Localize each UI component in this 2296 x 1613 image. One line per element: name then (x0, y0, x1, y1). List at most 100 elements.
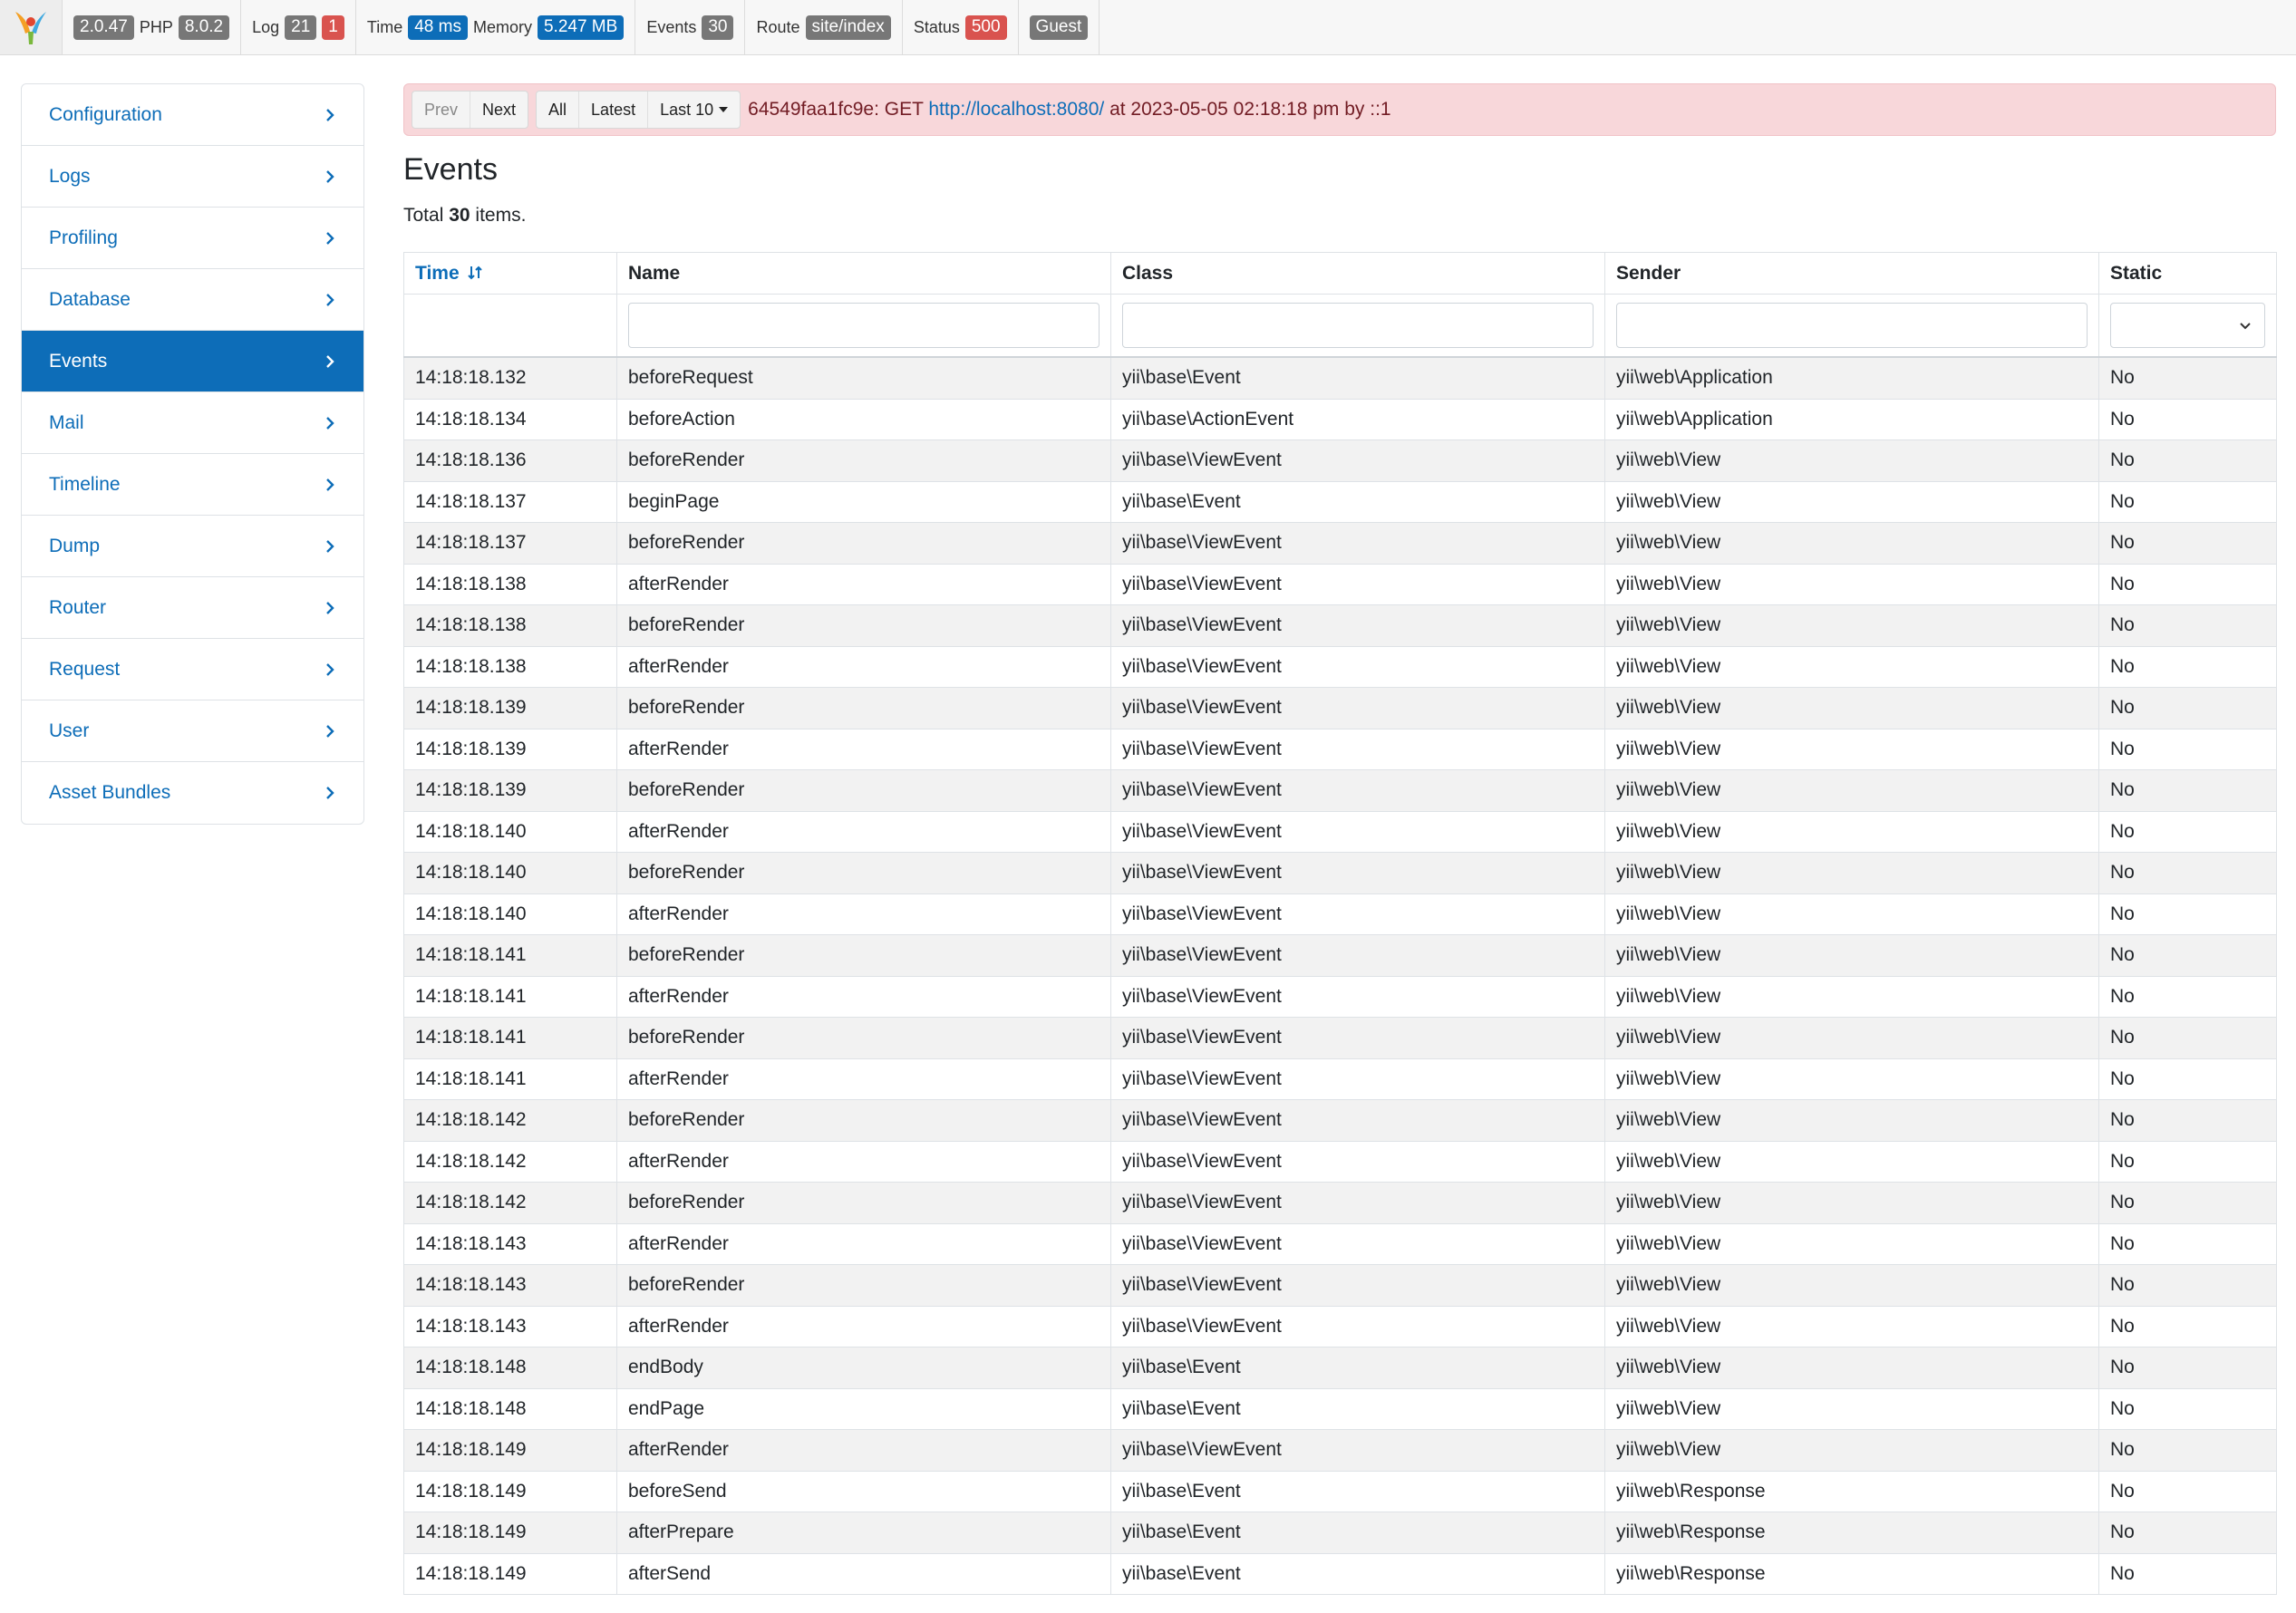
cell-name: afterRender (616, 810, 1111, 853)
cell-sender: yii\web\View (1604, 687, 2099, 729)
sender-filter-input[interactable] (1616, 303, 2088, 348)
cell-class: yii\base\Event (1110, 1552, 1605, 1595)
cell-time: 14:18:18.139 (403, 769, 617, 812)
cell-sender: yii\web\Application (1604, 356, 2099, 400)
table-body: 14:18:18.132 beforeRequest yii\base\Event y… (403, 356, 2277, 1595)
cell-sender: yii\web\View (1604, 975, 2099, 1018)
request-tag: 64549faa1fc9e: GET (748, 99, 924, 120)
sidebar-item-asset-bundles[interactable]: Asset Bundles (22, 762, 363, 824)
toolbar-events-block[interactable]: Events 30 (635, 0, 746, 54)
sidebar-item-label: Logs (49, 165, 91, 187)
sidebar-item-user[interactable]: User (22, 700, 363, 762)
cell-class: yii\base\ViewEvent (1110, 1222, 1605, 1265)
cell-class: yii\base\Event (1110, 356, 1605, 400)
cell-name: beforeRender (616, 1099, 1111, 1142)
next-button[interactable]: Next (470, 92, 528, 128)
sidebar-item-database[interactable]: Database (22, 269, 363, 331)
sidebar-item-label: Mail (49, 411, 84, 433)
table-row: 14:18:18.139 beforeRender yii\base\ViewEve… (403, 687, 2277, 729)
sidebar-item-timeline[interactable]: Timeline (22, 454, 363, 516)
yii-logo[interactable] (0, 0, 63, 54)
cell-name: beforeRender (616, 852, 1111, 894)
cell-class: yii\base\ViewEvent (1110, 1017, 1605, 1059)
toolbar-route-block[interactable]: Route site/index (745, 0, 903, 54)
column-header-static[interactable]: Static (2098, 252, 2277, 295)
sidebar-item-mail[interactable]: Mail (22, 392, 363, 454)
cell-class: yii\base\Event (1110, 1387, 1605, 1430)
sidebar-item-logs[interactable]: Logs (22, 146, 363, 208)
cell-sender: yii\web\View (1604, 1429, 2099, 1472)
cell-time: 14:18:18.148 (403, 1387, 617, 1430)
table-row: 14:18:18.142 beforeRender yii\base\ViewEve… (403, 1099, 2277, 1142)
name-filter-input[interactable] (628, 303, 1100, 348)
toolbar-user-block[interactable]: Guest (1019, 0, 1100, 54)
table-row: 14:18:18.140 beforeRender yii\base\ViewEve… (403, 852, 2277, 894)
column-header-time[interactable]: Time (403, 252, 617, 295)
cell-sender: yii\web\View (1604, 522, 2099, 565)
column-header-name[interactable]: Name (616, 252, 1111, 295)
request-summary: 64549faa1fc9e: GET http://localhost:8080… (748, 99, 1390, 121)
cell-name: beforeRender (616, 934, 1111, 977)
cell-static: No (2098, 439, 2277, 482)
column-header-sender[interactable]: Sender (1604, 252, 2099, 295)
table-row: 14:18:18.143 afterRender yii\base\ViewEven… (403, 1222, 2277, 1265)
sidebar-item-label: Router (49, 596, 107, 618)
cell-class: yii\base\ViewEvent (1110, 687, 1605, 729)
toolbar-status-block[interactable]: Status 500 (903, 0, 1019, 54)
cell-static: No (2098, 1140, 2277, 1183)
all-button[interactable]: All (537, 92, 580, 128)
last10-dropdown[interactable]: Last 10 (648, 92, 740, 128)
cell-time: 14:18:18.149 (403, 1429, 617, 1472)
table-row: 14:18:18.149 beforeSend yii\base\Event yii\… (403, 1470, 2277, 1512)
cell-time: 14:18:18.139 (403, 687, 617, 729)
cell-class: yii\base\ViewEvent (1110, 1429, 1605, 1472)
cell-time: 14:18:18.140 (403, 893, 617, 935)
time-label: Time (366, 17, 403, 36)
request-url-link[interactable]: http://localhost:8080/ (928, 99, 1104, 120)
cell-time: 14:18:18.132 (403, 356, 617, 400)
cell-name: beforeRender (616, 687, 1111, 729)
toolbar-profiling-block[interactable]: Time 48 ms Memory 5.247 MB (356, 0, 636, 54)
column-header-class[interactable]: Class (1110, 252, 1605, 295)
static-filter-select[interactable] (2110, 303, 2265, 348)
sidebar-item-request[interactable]: Request (22, 639, 363, 700)
toolbar-log-block[interactable]: Log 21 1 (241, 0, 356, 54)
route-badge: site/index (805, 14, 891, 40)
cell-sender: yii\web\View (1604, 1347, 2099, 1389)
cell-static: No (2098, 480, 2277, 523)
sidebar-item-events[interactable]: Events (22, 331, 363, 392)
cell-sender: yii\web\View (1604, 893, 2099, 935)
cell-name: afterSend (616, 1552, 1111, 1595)
cell-class: yii\base\ViewEvent (1110, 522, 1605, 565)
cell-time: 14:18:18.138 (403, 563, 617, 605)
cell-time: 14:18:18.134 (403, 398, 617, 440)
sidebar-item-router[interactable]: Router (22, 577, 363, 639)
php-version-badge: 8.0.2 (178, 14, 230, 40)
prev-button[interactable]: Prev (412, 92, 471, 128)
cell-static: No (2098, 769, 2277, 812)
table-row: 14:18:18.143 afterRender yii\base\ViewEven… (403, 1305, 2277, 1347)
cell-name: afterRender (616, 1429, 1111, 1472)
caret-down-icon (719, 107, 729, 112)
cell-time: 14:18:18.141 (403, 1017, 617, 1059)
cell-time: 14:18:18.143 (403, 1222, 617, 1265)
table-row: 14:18:18.148 endPage yii\base\Event yii\web… (403, 1387, 2277, 1430)
cell-class: yii\base\ViewEvent (1110, 893, 1605, 935)
cell-name: afterRender (616, 563, 1111, 605)
cell-time: 14:18:18.149 (403, 1470, 617, 1512)
cell-static: No (2098, 1058, 2277, 1100)
time-badge: 48 ms (408, 14, 468, 40)
cell-time: 14:18:18.142 (403, 1099, 617, 1142)
sidebar-item-configuration[interactable]: Configuration (22, 84, 363, 146)
sidebar-item-dump[interactable]: Dump (22, 516, 363, 577)
class-filter-input[interactable] (1122, 303, 1594, 348)
prev-next-group: Prev Next (412, 91, 529, 129)
toolbar-version-block[interactable]: 2.0.47 PHP 8.0.2 (63, 0, 242, 54)
cell-class: yii\base\ViewEvent (1110, 810, 1605, 853)
latest-button[interactable]: Latest (579, 92, 649, 128)
sort-icon (468, 266, 483, 279)
sidebar-item-profiling[interactable]: Profiling (22, 208, 363, 269)
cell-time: 14:18:18.139 (403, 728, 617, 770)
chevron-right-icon (326, 724, 334, 738)
cell-static: No (2098, 852, 2277, 894)
